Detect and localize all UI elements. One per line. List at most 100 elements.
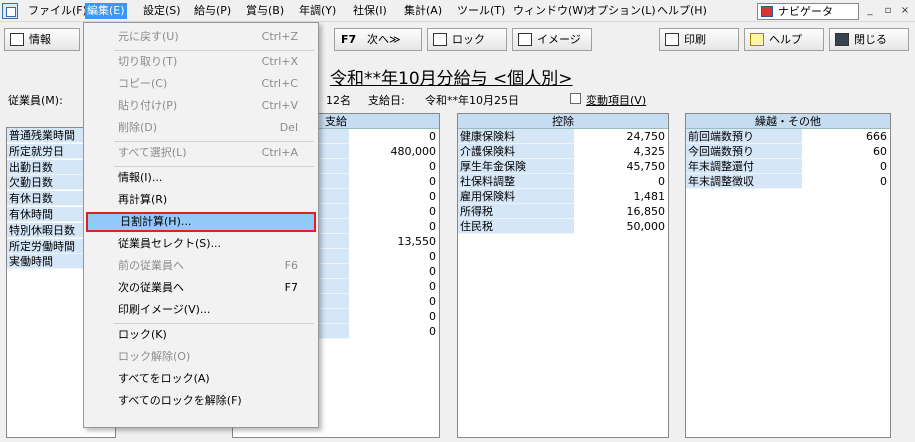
print-button[interactable]: 印刷 [659, 28, 739, 51]
app-icon[interactable] [2, 3, 18, 19]
menubar: ファイル(F) 編集(E) 設定(S) 給与(P) 賞与(B) 年調(Y) 社保(I) 集計(… [0, 0, 915, 22]
menu-item-label: 削除(D) [118, 121, 158, 134]
lock-button[interactable]: ロック [427, 28, 507, 51]
other-value[interactable]: 0 [880, 174, 887, 189]
menu-item[interactable]: すべてをロック(A) [86, 369, 316, 389]
menubar-item[interactable]: ツール(T) [455, 3, 507, 19]
other-row[interactable]: 前回端数預り 666 [686, 129, 890, 144]
navigator-button[interactable]: ナビゲータ [757, 3, 859, 20]
deduction-label: 社保料調整 [458, 174, 574, 189]
menu-item[interactable]: ロック(K) [86, 325, 316, 345]
other-value[interactable]: 0 [880, 159, 887, 174]
menu-item: ロック解除(O) [86, 347, 316, 367]
help-button[interactable]: ヘルプ [744, 28, 824, 51]
deduction-row[interactable]: 健康保険料 24,750 [458, 129, 668, 144]
payment-value[interactable]: 0 [429, 249, 436, 264]
deduction-header: 控除 [458, 114, 668, 129]
variable-items-checkbox[interactable] [570, 93, 581, 104]
close-icon[interactable]: × [897, 3, 913, 18]
menu-item[interactable]: 従業員セレクト(S)... [86, 234, 316, 254]
menubar-item[interactable]: 編集(E) [85, 3, 127, 19]
next-key-label: F7 [341, 33, 357, 46]
menu-item[interactable]: すべてのロックを解除(F) [86, 391, 316, 411]
deduction-value[interactable]: 4,325 [634, 144, 666, 159]
deduction-value[interactable]: 24,750 [627, 129, 666, 144]
payment-value[interactable]: 0 [429, 324, 436, 339]
menu-item-label: 切り取り(T) [118, 55, 178, 68]
menu-item[interactable]: 再計算(R) [86, 190, 316, 210]
menu-item-label: 貼り付け(P) [118, 99, 178, 112]
close-button[interactable]: 閉じる [829, 28, 909, 51]
exit-icon [835, 33, 849, 46]
deduction-row[interactable]: 介護保険料 4,325 [458, 144, 668, 159]
deduction-row[interactable]: 住民税 50,000 [458, 219, 668, 234]
close-label: 閉じる [854, 33, 887, 46]
menu-item[interactable]: 情報(I)... [86, 168, 316, 188]
other-row[interactable]: 今回端数預り 60 [686, 144, 890, 159]
variable-items-label[interactable]: 変動項目(V) [586, 92, 646, 108]
menu-item-label: 従業員セレクト(S)... [118, 237, 222, 250]
deduction-row[interactable]: 雇用保険料 1,481 [458, 189, 668, 204]
menubar-item[interactable]: ウィンドウ(W) [511, 3, 589, 19]
menubar-item[interactable]: 社保(I) [351, 3, 389, 19]
menubar-item[interactable]: 給与(P) [192, 3, 233, 19]
next-label: 次へ≫ [367, 33, 401, 46]
menu-item-shortcut: Ctrl+Z [261, 30, 298, 43]
other-header: 繰越・その他 [686, 114, 890, 129]
payment-value[interactable]: 13,550 [398, 234, 437, 249]
menu-item[interactable]: 印刷イメージ(V)... [86, 300, 316, 320]
menu-separator [114, 141, 314, 142]
menubar-item[interactable]: 設定(S) [141, 3, 183, 19]
menu-item: すべて選択(L) Ctrl+A [86, 143, 316, 163]
payment-value[interactable]: 0 [429, 174, 436, 189]
payment-value[interactable]: 0 [429, 294, 436, 309]
other-value[interactable]: 60 [873, 144, 887, 159]
deduction-row[interactable]: 社保料調整 0 [458, 174, 668, 189]
deduction-value[interactable]: 16,850 [627, 204, 666, 219]
restore-icon[interactable]: ▫ [880, 3, 896, 18]
deduction-value[interactable]: 0 [658, 174, 665, 189]
image-button[interactable]: イメージ [512, 28, 592, 51]
deduction-row[interactable]: 厚生年金保険 45,750 [458, 159, 668, 174]
menubar-item[interactable]: 年調(Y) [297, 3, 338, 19]
menubar-item[interactable]: ファイル(F) [26, 3, 89, 19]
menu-item-shortcut: Ctrl+A [261, 146, 298, 159]
menu-item-label: 再計算(R) [118, 193, 168, 206]
menu-item-shortcut: F7 [284, 281, 298, 294]
payment-value[interactable]: 0 [429, 279, 436, 294]
payment-value[interactable]: 0 [429, 264, 436, 279]
printer-icon [665, 33, 679, 46]
menubar-item[interactable]: 集計(A) [402, 3, 444, 19]
menu-item: コピー(C) Ctrl+C [86, 74, 316, 94]
menu-item-label: すべてをロック(A) [118, 372, 210, 385]
menubar-item[interactable]: オプション(L) [584, 3, 658, 19]
next-button[interactable]: F7 次へ≫ [334, 28, 422, 51]
menu-separator [114, 50, 314, 51]
deduction-value[interactable]: 45,750 [627, 159, 666, 174]
minimize-icon[interactable]: _ [862, 3, 878, 18]
other-value[interactable]: 666 [866, 129, 887, 144]
menu-item: 切り取り(T) Ctrl+X [86, 52, 316, 72]
menu-item-shortcut: Ctrl+C [261, 77, 298, 90]
payment-value[interactable]: 0 [429, 219, 436, 234]
payment-value[interactable]: 0 [429, 204, 436, 219]
payment-value[interactable]: 480,000 [391, 144, 437, 159]
menu-item-label: 次の従業員へ [118, 281, 184, 294]
payment-value[interactable]: 0 [429, 309, 436, 324]
employee-label: 従業員(M): [8, 94, 63, 107]
payment-value[interactable]: 0 [429, 159, 436, 174]
menu-item[interactable]: 日割計算(H)... [86, 212, 316, 232]
payment-value[interactable]: 0 [429, 129, 436, 144]
deduction-value[interactable]: 50,000 [627, 219, 666, 234]
deduction-value[interactable]: 1,481 [634, 189, 666, 204]
menu-item-label: 前の従業員へ [118, 259, 184, 272]
menubar-item[interactable]: ヘルプ(H) [655, 3, 709, 19]
deduction-row[interactable]: 所得税 16,850 [458, 204, 668, 219]
other-row[interactable]: 年末調整徴収 0 [686, 174, 890, 189]
other-row[interactable]: 年末調整還付 0 [686, 159, 890, 174]
menubar-item[interactable]: 賞与(B) [244, 3, 286, 19]
payment-value[interactable]: 0 [429, 189, 436, 204]
menu-item[interactable]: 次の従業員へ F7 [86, 278, 316, 298]
menu-item-shortcut: F6 [284, 259, 298, 272]
info-button[interactable]: 情報 [4, 28, 80, 51]
